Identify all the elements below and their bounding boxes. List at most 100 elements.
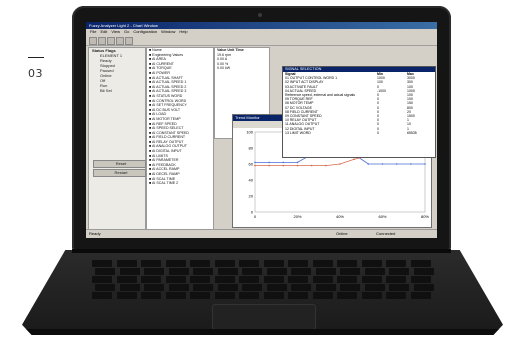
reset-button[interactable]: Reset	[93, 160, 146, 168]
front-lip	[22, 329, 503, 335]
keyboard-key	[337, 276, 357, 283]
keyboard-key	[242, 268, 262, 275]
keyboard-key	[116, 276, 137, 283]
status-online: Online	[336, 231, 348, 236]
series-point	[339, 163, 341, 165]
keyboard-key	[288, 260, 308, 267]
keyboard-key	[266, 268, 287, 275]
laptop-screen: Fuzzy Analyzer Light 2 - Chart Window Fi…	[86, 22, 437, 238]
status-item: Bit Set	[100, 88, 112, 93]
keyboard-key	[119, 284, 140, 291]
menu-item[interactable]: Configuration	[133, 29, 157, 34]
series-point	[268, 164, 270, 167]
series-point	[353, 158, 355, 160]
keyboard-key	[214, 292, 235, 299]
series-point	[325, 164, 327, 167]
keyboard-key	[193, 284, 213, 291]
keyboard-key	[389, 284, 409, 291]
keyboard-key	[119, 268, 140, 275]
signal-dialog: SIGNAL SELECTION Signal Min Max 01 OUTPUT C…	[282, 66, 436, 158]
status-list: ELEMENT 1 Ready Stopped Paused Online Off Run B…	[89, 53, 145, 93]
series-point	[282, 164, 285, 167]
keyboard-key	[340, 268, 360, 275]
keyboard-key	[263, 260, 284, 267]
menu-item[interactable]: View	[111, 29, 120, 34]
keyboard-key	[361, 292, 382, 299]
keyboard-key	[239, 276, 259, 283]
keyboard	[92, 260, 434, 300]
status-left: Ready	[89, 231, 101, 236]
keyboard-key	[386, 260, 406, 267]
menu-item[interactable]: Edit	[100, 29, 107, 34]
keyboard-key	[92, 260, 112, 267]
keyboard-key	[337, 292, 357, 299]
menu-item[interactable]: File	[90, 29, 96, 34]
keyboard-key	[361, 276, 382, 283]
x-tick-label: 20%	[293, 214, 301, 219]
keyboard-key	[116, 292, 137, 299]
grid-row[interactable]: 0.00 kW	[215, 66, 269, 71]
keyboard-key	[239, 292, 259, 299]
keyboard-key	[386, 292, 406, 299]
keyboard-key	[312, 276, 333, 283]
menu-item[interactable]: Go	[124, 29, 129, 34]
keyboard-key	[263, 276, 284, 283]
keyboard-key	[214, 260, 235, 267]
series-point	[254, 164, 256, 167]
series-point	[424, 163, 426, 165]
webcam-icon	[258, 13, 262, 17]
series-point	[296, 161, 299, 164]
keyboard-key	[193, 268, 213, 275]
keyboard-key	[214, 276, 235, 283]
save-icon[interactable]	[98, 37, 106, 45]
open-icon[interactable]	[89, 37, 97, 45]
keyboard-key	[141, 292, 161, 299]
keyboard-key	[288, 292, 308, 299]
keyboard-key	[263, 292, 284, 299]
keyboard-key	[95, 268, 115, 275]
series-point	[381, 163, 384, 165]
hinge	[72, 249, 451, 253]
keyboard-key	[165, 260, 186, 267]
keyboard-key	[165, 276, 186, 283]
keyboard-key	[190, 260, 210, 267]
keyboard-key	[141, 260, 161, 267]
window-title: Fuzzy Analyzer Light 2 - Chart Window	[89, 23, 158, 28]
keyboard-key	[312, 292, 333, 299]
window-titlebar[interactable]: Fuzzy Analyzer Light 2 - Chart Window	[86, 22, 437, 29]
tree-item[interactable]: ■ AI SCAL TIME 2	[147, 181, 213, 186]
keyboard-key	[410, 276, 431, 283]
y-tick-label: 40	[249, 178, 254, 183]
laptop-base	[22, 250, 503, 335]
keyboard-key	[389, 268, 409, 275]
laptop-lid: Fuzzy Analyzer Light 2 - Chart Window Fi…	[72, 6, 451, 251]
x-tick-label: 40%	[336, 214, 344, 219]
play-icon[interactable]	[116, 37, 124, 45]
keyboard-key	[168, 284, 189, 291]
menu-item[interactable]: Help	[179, 29, 187, 34]
keyboard-key	[217, 268, 238, 275]
print-icon[interactable]	[107, 37, 115, 45]
keyboard-key	[95, 284, 115, 291]
keyboard-key	[144, 268, 164, 275]
status-panel: Status Flags ELEMENT 1 Ready Stopped Paused…	[88, 47, 146, 235]
stop-icon[interactable]	[125, 37, 133, 45]
keyboard-key	[92, 276, 112, 283]
keyboard-key	[239, 260, 259, 267]
x-tick-label: 0	[254, 214, 257, 219]
keyboard-key	[217, 284, 238, 291]
keyboard-key	[312, 260, 333, 267]
keyboard-key	[92, 292, 112, 299]
series-point	[282, 161, 285, 164]
keyboard-key	[361, 260, 382, 267]
dialog-row[interactable]: 13 LIMIT WORD 0 65535	[283, 131, 435, 135]
keyboard-key	[242, 284, 262, 291]
series-point	[367, 163, 370, 165]
menu-item[interactable]: Window	[161, 29, 175, 34]
toolbar	[86, 35, 437, 46]
series-point	[254, 161, 256, 164]
keyboard-key	[315, 268, 336, 275]
restart-button[interactable]: Restart	[93, 169, 146, 177]
keyboard-key	[340, 284, 360, 291]
status-bar: Ready Online Connected	[86, 229, 437, 238]
